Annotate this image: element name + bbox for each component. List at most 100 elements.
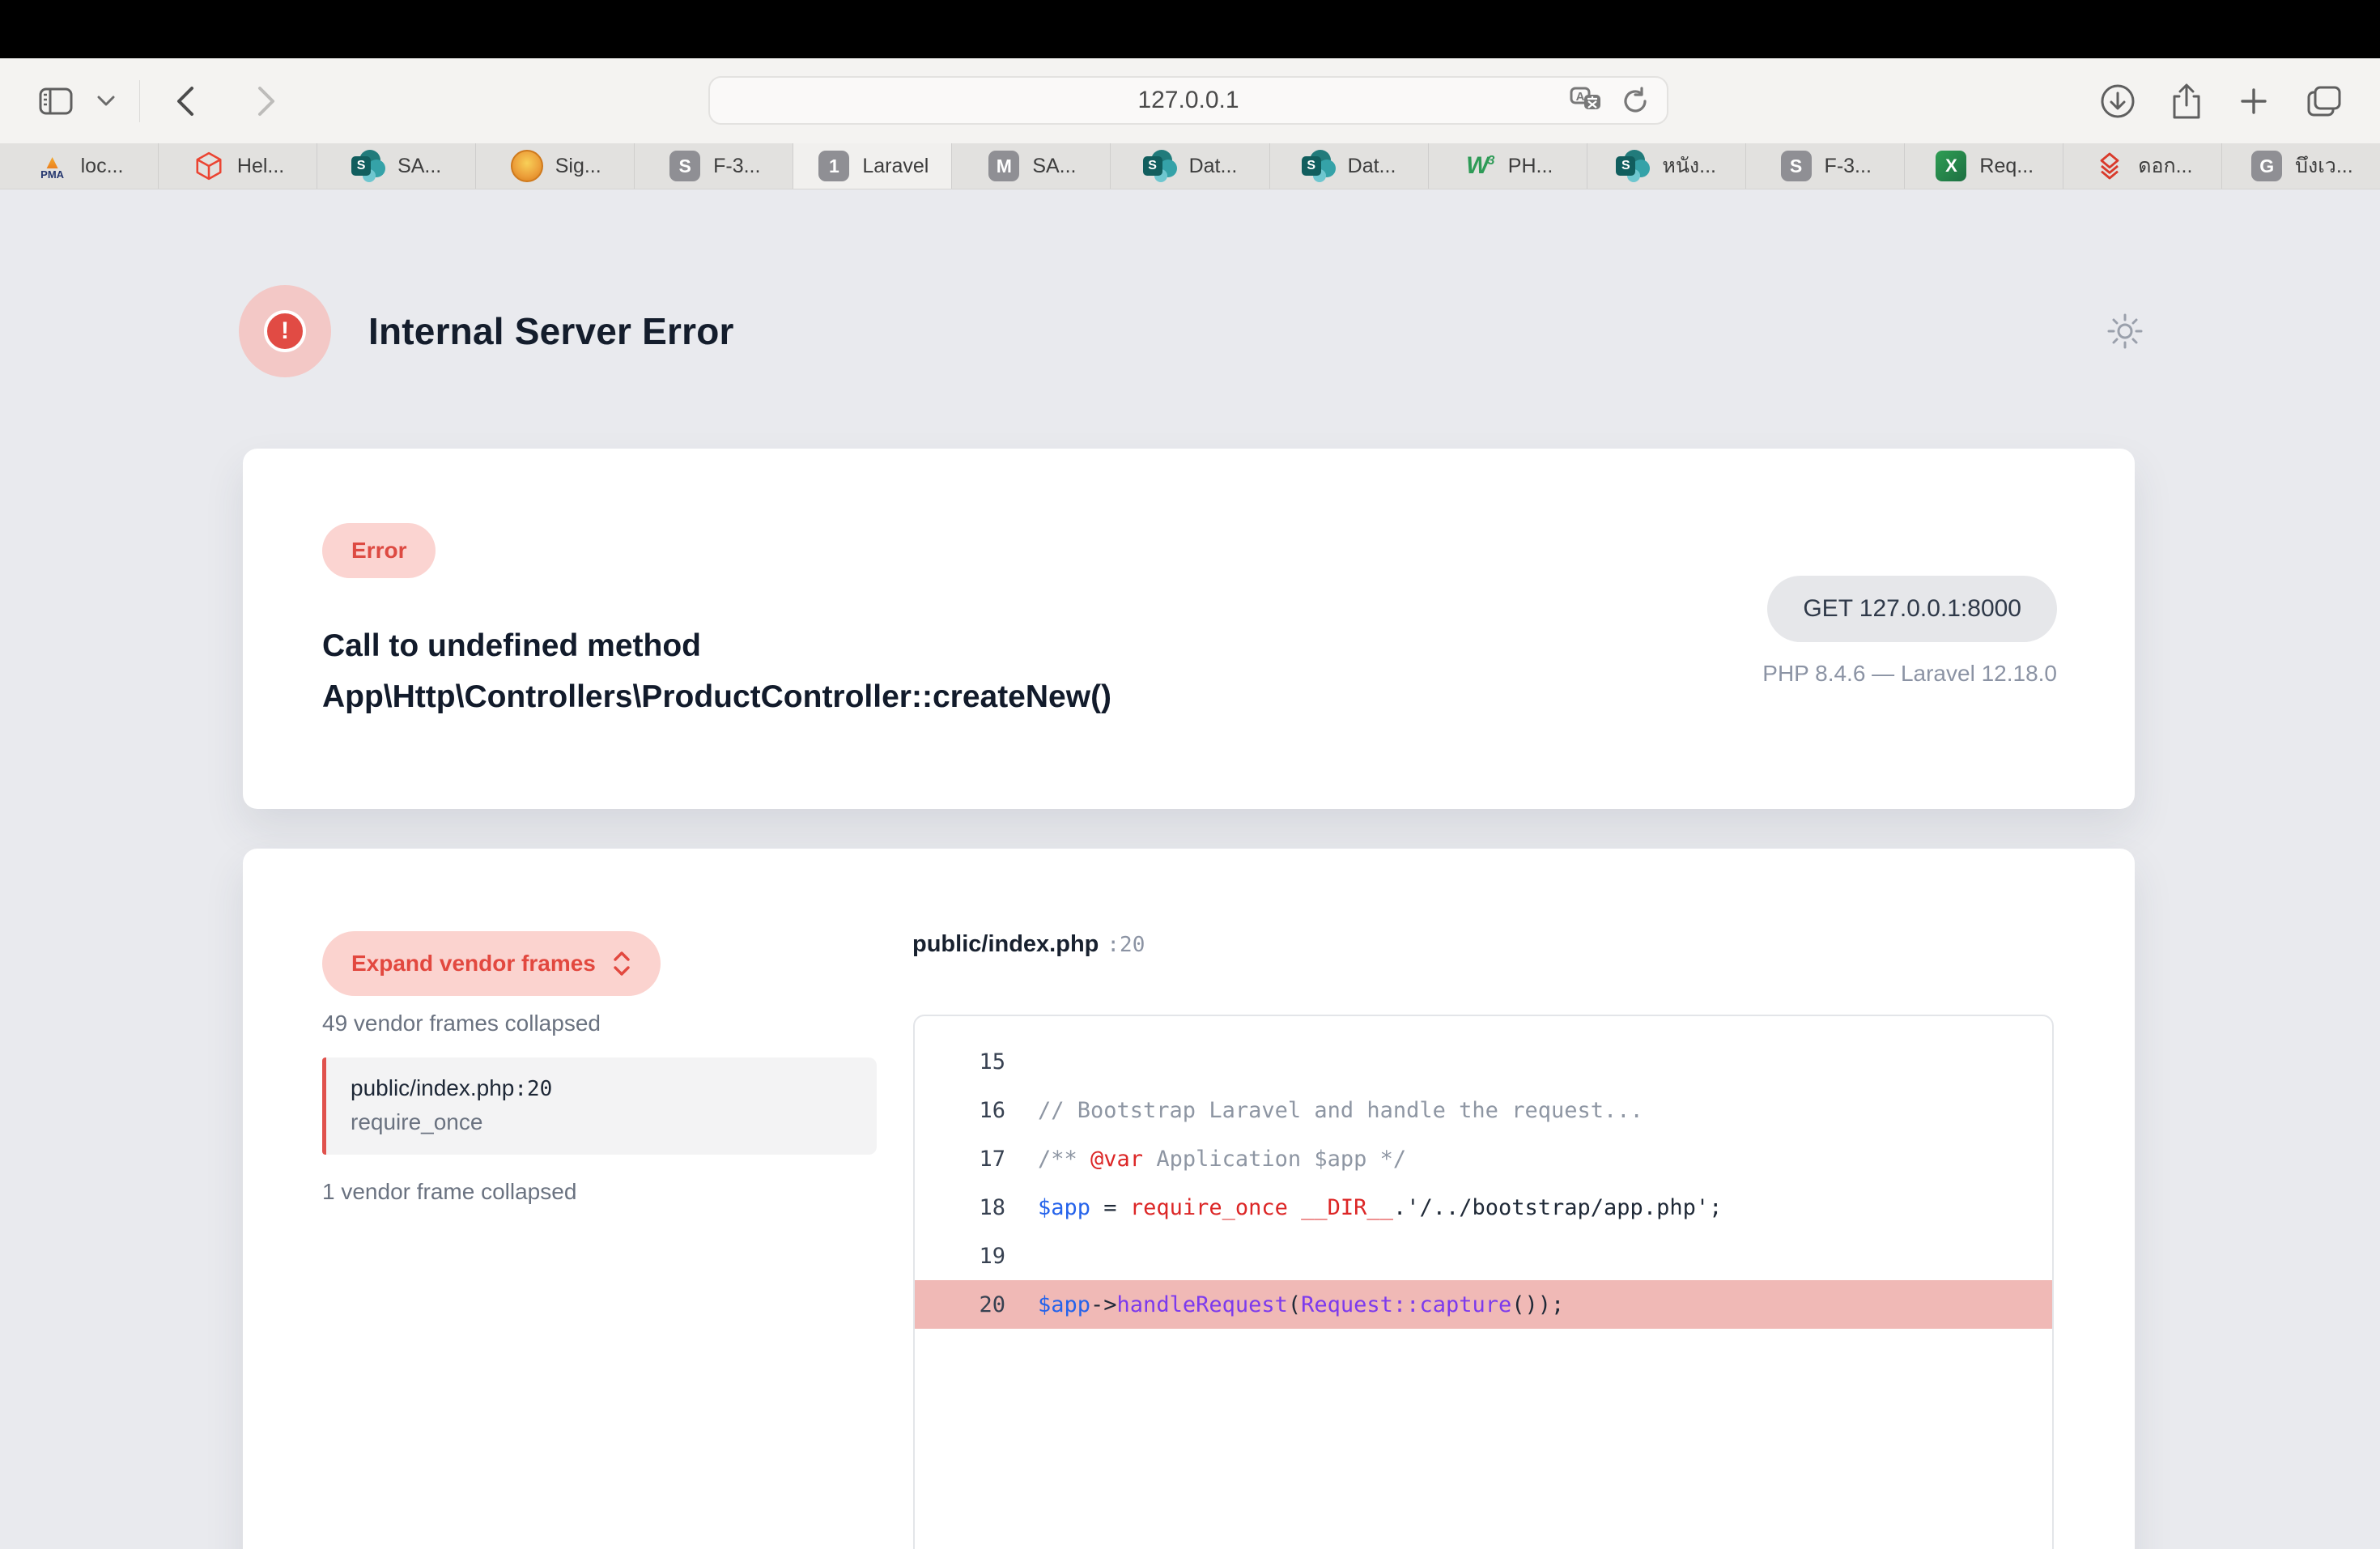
code-text: /** @var Application $app */ xyxy=(1038,1147,1406,1172)
error-message: Call to undefined method App\Http\Contro… xyxy=(322,620,1111,722)
tab-label: ดอก... xyxy=(2138,150,2192,182)
error-type-badge: Error xyxy=(322,523,436,578)
gray-g-icon: G xyxy=(2249,148,2284,184)
red-layers-icon xyxy=(2092,148,2127,184)
reload-icon[interactable] xyxy=(1621,86,1649,115)
gray-1-icon: 1 xyxy=(816,148,852,184)
menu-bar-area xyxy=(0,0,2380,58)
code-text: $app->handleRequest(Request::capture()); xyxy=(1038,1292,1564,1317)
translate-icon[interactable]: A xyxy=(1570,85,1604,116)
code-line-highlighted: 20 $app->handleRequest(Request::capture()… xyxy=(915,1280,2052,1329)
tab-label: Req... xyxy=(1979,155,2034,178)
back-icon[interactable] xyxy=(176,86,195,117)
tab-label: บึงเว... xyxy=(2295,150,2353,182)
expand-chevrons-icon xyxy=(612,950,631,977)
browser-tab-5[interactable]: S F-3... xyxy=(635,143,793,189)
tab-label: F-3... xyxy=(1825,155,1872,178)
line-number: 16 xyxy=(915,1098,1005,1123)
tab-label: F-3... xyxy=(713,155,760,178)
sharepoint-icon: S xyxy=(351,148,387,184)
page-title: Internal Server Error xyxy=(368,309,734,353)
line-number: 19 xyxy=(915,1244,1005,1269)
tab-label: Dat... xyxy=(1348,155,1396,178)
code-line: 17 /** @var Application $app */ xyxy=(915,1134,2052,1183)
browser-tab-6[interactable]: 1 Laravel xyxy=(793,143,952,189)
browser-toolbar: 127.0.0.1 A xyxy=(0,58,2380,143)
tab-label: loc... xyxy=(81,155,124,178)
browser-tab-15[interactable]: G บึงเว... xyxy=(2222,143,2380,189)
stack-trace-card: Expand vendor frames 49 vendor frames co… xyxy=(243,849,2135,1549)
forward-icon[interactable] xyxy=(257,86,276,117)
phpmyadmin-icon: ▲PMA xyxy=(35,148,70,184)
stack-frame-file: public/index.php:20 xyxy=(351,1075,877,1101)
chevron-down-icon[interactable] xyxy=(97,96,115,107)
stack-frame-method: require_once xyxy=(351,1109,877,1135)
browser-tab-8[interactable]: S Dat... xyxy=(1111,143,1269,189)
tab-bar: ▲PMA loc... Hel... S SA... Sig... S F-3... 1 Lara… xyxy=(0,143,2380,189)
error-status-icon: ! xyxy=(239,285,331,377)
toolbar-divider xyxy=(139,80,140,122)
browser-tab-13[interactable]: X Req... xyxy=(1905,143,2063,189)
vendor-frames-collapsed-bottom: 1 vendor frame collapsed xyxy=(322,1179,576,1205)
w3schools-icon: W3 xyxy=(1462,148,1498,184)
tab-label: PH... xyxy=(1508,155,1553,178)
browser-tab-2[interactable]: Hel... xyxy=(159,143,317,189)
svg-text:A: A xyxy=(1576,90,1585,104)
page-header: ! Internal Server Error xyxy=(239,285,734,377)
browser-tab-9[interactable]: S Dat... xyxy=(1270,143,1429,189)
browser-tab-3[interactable]: S SA... xyxy=(317,143,476,189)
tab-label: หนัง... xyxy=(1662,150,1716,182)
tab-label: SA... xyxy=(397,155,441,178)
theme-toggle-sun-icon[interactable] xyxy=(2106,313,2144,354)
tab-label: Sig... xyxy=(555,155,601,178)
code-file-header: public/index.php:20 xyxy=(912,931,1145,958)
error-page: ! Internal Server Error Error GET 127.0.… xyxy=(0,189,2380,1549)
line-number: 17 xyxy=(915,1147,1005,1172)
code-line: 18 $app = require_once __DIR__.'/../boots… xyxy=(915,1183,2052,1232)
code-line: 16 // Bootstrap Laravel and handle the re… xyxy=(915,1086,2052,1134)
tab-label: Dat... xyxy=(1189,155,1238,178)
tab-label: Laravel xyxy=(862,155,929,178)
expand-vendor-frames-button[interactable]: Expand vendor frames xyxy=(322,931,661,996)
downloads-icon[interactable] xyxy=(2100,83,2136,119)
new-tab-icon[interactable] xyxy=(2238,85,2270,117)
line-number: 18 xyxy=(915,1195,1005,1220)
sharepoint-icon: S xyxy=(1302,148,1337,184)
browser-tab-4[interactable]: Sig... xyxy=(476,143,635,189)
stack-frame-item[interactable]: public/index.php:20 require_once xyxy=(322,1057,877,1155)
line-number: 15 xyxy=(915,1049,1005,1075)
tab-overview-icon[interactable] xyxy=(2306,84,2343,118)
url-text: 127.0.0.1 xyxy=(1137,87,1239,114)
error-summary-card: Error GET 127.0.0.1:8000 PHP 8.4.6 — Lar… xyxy=(243,449,2135,809)
environment-version-text: PHP 8.4.6 — Laravel 12.18.0 xyxy=(1762,661,2057,687)
tab-label: SA... xyxy=(1032,155,1076,178)
gray-s-icon: S xyxy=(1779,148,1814,184)
error-message-line1: Call to undefined method xyxy=(322,620,1111,671)
url-bar[interactable]: 127.0.0.1 A xyxy=(708,76,1668,125)
laravel-icon xyxy=(191,148,227,184)
tab-label: Hel... xyxy=(237,155,284,178)
request-badge: GET 127.0.0.1:8000 xyxy=(1767,576,2057,642)
screen: 127.0.0.1 A xyxy=(0,0,2380,1548)
code-line: 15 xyxy=(915,1037,2052,1086)
browser-tab-14[interactable]: ดอก... xyxy=(2063,143,2222,189)
code-text: $app = require_once __DIR__.'/../bootstr… xyxy=(1038,1195,1722,1220)
share-icon[interactable] xyxy=(2171,83,2202,120)
browser-tab-1[interactable]: ▲PMA loc... xyxy=(0,143,159,189)
code-text: // Bootstrap Laravel and handle the requ… xyxy=(1038,1098,1643,1123)
excel-icon: X xyxy=(1933,148,1969,184)
gray-m-icon: M xyxy=(986,148,1022,184)
gray-s-icon: S xyxy=(667,148,703,184)
code-snippet: 15 16 // Bootstrap Laravel and handle the … xyxy=(913,1015,2054,1549)
browser-tab-10[interactable]: W3 PH... xyxy=(1429,143,1587,189)
sharepoint-icon: S xyxy=(1616,148,1651,184)
vendor-frames-collapsed-top: 49 vendor frames collapsed xyxy=(322,1011,601,1036)
line-number: 20 xyxy=(915,1292,1005,1317)
browser-tab-11[interactable]: S หนัง... xyxy=(1587,143,1746,189)
sharepoint-icon: S xyxy=(1143,148,1179,184)
code-line: 19 xyxy=(915,1232,2052,1280)
browser-tab-12[interactable]: S F-3... xyxy=(1746,143,1905,189)
error-message-line2: App\Http\Controllers\ProductController::… xyxy=(322,671,1111,722)
browser-tab-7[interactable]: M SA... xyxy=(952,143,1111,189)
sidebar-toggle-icon[interactable] xyxy=(39,87,73,115)
